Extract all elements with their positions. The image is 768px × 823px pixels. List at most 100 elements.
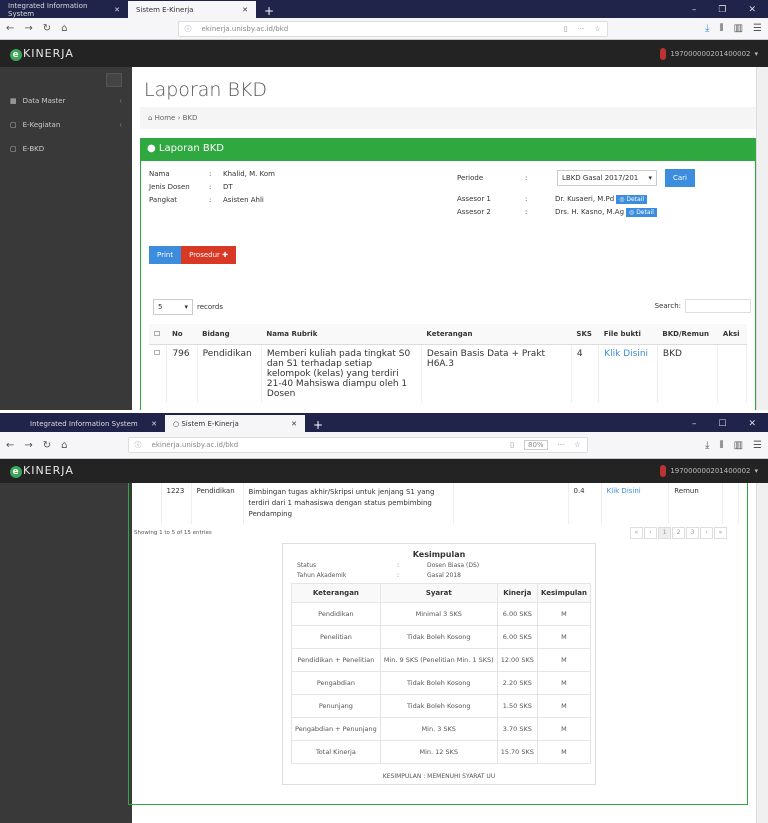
bookmark-icon[interactable]: ☆ — [574, 441, 580, 449]
menu-icon[interactable]: ☰ — [753, 23, 762, 34]
scrollbar[interactable] — [756, 67, 768, 410]
zoom-level[interactable]: 80% — [524, 440, 548, 450]
page-first[interactable]: « — [630, 527, 643, 539]
kesimpulan-cell: 6.00 SKS — [496, 602, 538, 626]
minimize-button[interactable]: – — [692, 419, 697, 429]
nav-bar: ← → ↻ ⌂ ⓘ ekinerja.unisby.ac.id/bkd ▯ ··· ☆ ⤓ ⫴ ▥… — [0, 18, 768, 40]
profile-info: Nama: Khalid, M. Kom Jenis Dosen: DT Pangk… — [149, 170, 275, 204]
reload-icon[interactable]: ↻ — [43, 440, 51, 451]
menu-icon[interactable]: ☰ — [753, 440, 762, 451]
kesimpulan-cell: 1.50 SKS — [496, 694, 538, 718]
row-checkbox[interactable]: ☐ — [149, 344, 168, 403]
user-menu[interactable]: 197000000201400002 ▾ — [660, 465, 758, 477]
home-icon[interactable]: ⌂ — [61, 23, 67, 34]
page-1[interactable]: 1 — [658, 527, 671, 539]
page-2[interactable]: 2 — [672, 527, 685, 539]
kesimpulan-cell: 3.70 SKS — [496, 717, 538, 741]
new-tab-button[interactable]: + — [305, 418, 331, 432]
url-input[interactable]: ⓘ ekinerja.unisby.ac.id/bkd ▯ 80% ··· ☆ — [127, 437, 588, 453]
col-sks[interactable]: SKS — [571, 324, 599, 345]
more-icon[interactable]: ··· — [558, 441, 565, 449]
kesimpulan-row: Penunjang Tidak Boleh Kosong 1.50 SKS M — [291, 694, 592, 718]
tab-integrated-information-system[interactable]: Integrated Information System ✕ — [0, 415, 165, 432]
page-next[interactable]: › — [700, 527, 713, 539]
forward-icon[interactable]: → — [24, 23, 32, 34]
library-icon[interactable]: ⫴ — [719, 23, 723, 34]
url-input[interactable]: ⓘ ekinerja.unisby.ac.id/bkd ▯ ··· ☆ — [177, 20, 608, 37]
prosedur-button[interactable]: Prosedur ✚ — [181, 246, 237, 264]
cari-button[interactable]: Cari — [665, 169, 695, 187]
detail-button[interactable]: ◎ Detail — [616, 195, 648, 204]
kesimpulan-cell: Tidak Boleh Kosong — [379, 694, 498, 718]
download-icon[interactable]: ⤓ — [705, 440, 709, 451]
col-nama-rubrik[interactable]: Nama Rubrik — [261, 324, 422, 345]
reload-icon[interactable]: ↻ — [43, 23, 51, 34]
maximize-button[interactable]: ☐ — [718, 419, 726, 429]
bookmark-icon[interactable]: ☆ — [594, 25, 600, 33]
col-file-bukti[interactable]: File bukti — [598, 324, 658, 345]
home-icon[interactable]: ⌂ — [61, 440, 67, 451]
restore-button[interactable]: ❐ — [718, 5, 726, 15]
sidebar-item-e-bkd[interactable]: ▢ E-BKD — [0, 137, 132, 161]
tab-sistem-e-kinerja[interactable]: Sistem E-Kinerja ✕ — [128, 1, 256, 18]
sidebar-icon[interactable]: ▥ — [734, 440, 743, 451]
records-select[interactable]: 5 ▾ — [153, 299, 193, 315]
kesimpulan-cell: 6.00 SKS — [496, 625, 538, 649]
logo[interactable]: e KINERJA — [10, 47, 74, 61]
more-icon[interactable]: ··· — [578, 25, 585, 33]
col-bidang[interactable]: Bidang — [197, 324, 262, 345]
scrollbar[interactable] — [756, 483, 768, 823]
file-link[interactable]: Klik Disini — [601, 483, 670, 524]
close-icon[interactable]: ✕ — [114, 6, 120, 14]
close-icon[interactable]: ✕ — [291, 420, 297, 428]
page-3[interactable]: 3 — [686, 527, 699, 539]
reader-icon[interactable]: ▯ — [564, 25, 568, 33]
file-link[interactable]: Klik Disini — [598, 344, 658, 403]
download-icon[interactable]: ⤓ — [705, 23, 709, 34]
kesimpulan-cell: Minimal 3 SKS — [379, 602, 498, 626]
close-window-button[interactable]: ✕ — [748, 5, 756, 15]
col-no[interactable]: No — [166, 324, 198, 345]
forward-icon[interactable]: → — [24, 440, 32, 451]
sidebar-item-data-master[interactable]: ▦ Data Master ‹ — [0, 89, 132, 113]
close-window-button[interactable]: ✕ — [748, 419, 756, 429]
library-icon[interactable]: ⫴ — [719, 440, 723, 451]
kesimpulan-cell: M — [536, 625, 592, 649]
kesimpulan-row: Pendidikan Minimal 3 SKS 6.00 SKS M — [291, 602, 592, 626]
page-title: Laporan BKD — [144, 79, 267, 101]
select-all-checkbox[interactable]: ☐ — [149, 324, 167, 345]
file-icon: ▢ — [10, 121, 17, 129]
col-keterangan[interactable]: Keterangan — [421, 324, 572, 345]
col-bkd-remun[interactable]: BKD/Remun — [657, 324, 718, 345]
sidebar-item-e-kegiatan[interactable]: ▢ E-Kegiatan ‹ — [0, 113, 132, 137]
page-last[interactable]: » — [714, 527, 727, 539]
back-icon[interactable]: ← — [6, 440, 14, 451]
detail-button[interactable]: ◎ Detail — [626, 208, 657, 217]
tab-sistem-e-kinerja[interactable]: ○ Sistem E-Kinerja ✕ — [165, 415, 305, 432]
close-icon[interactable]: ✕ — [242, 6, 248, 14]
kesimpulan-cell: 12.00 SKS — [496, 648, 538, 672]
reader-icon[interactable]: ▯ — [510, 441, 514, 449]
print-button[interactable]: Print — [149, 246, 182, 264]
minimize-button[interactable]: – — [692, 5, 697, 15]
new-tab-button[interactable]: + — [256, 4, 282, 18]
tab-integrated-information-system[interactable]: Integrated Information System ✕ — [0, 1, 128, 18]
page-prev[interactable]: ‹ — [644, 527, 657, 539]
kesimpulan-cell: Pendidikan + Penelitian — [291, 648, 381, 672]
table-row: ☐ 796 Pendidikan Memberi kuliah pada tin… — [149, 344, 747, 403]
sidebar-icon[interactable]: ▥ — [734, 23, 743, 34]
back-icon[interactable]: ← — [6, 23, 14, 34]
table-header: ☐ No Bidang Nama Rubrik Keterangan SKS F… — [149, 324, 747, 345]
close-icon[interactable]: ✕ — [151, 420, 157, 428]
search-input[interactable] — [685, 299, 751, 313]
breadcrumb-home[interactable]: Home — [155, 114, 176, 122]
kesimpulan-title: Kesimpulan — [412, 550, 466, 559]
periode-select[interactable]: LBKD Gasal 2017/201 ▾ — [557, 170, 657, 186]
user-menu[interactable]: 197000000201400002 ▾ — [660, 47, 758, 60]
logo[interactable]: e KINERJA — [10, 464, 74, 478]
kesimpulan-table: Keterangan Syarat Kinerja Kesimpulan Pendid… — [291, 583, 592, 764]
sidebar-toggle[interactable] — [106, 73, 122, 87]
kesimpulan-cell: M — [536, 694, 592, 718]
kesimpulan-panel: Kesimpulan Status: Dosen Biasa (DS) Tahun… — [282, 543, 596, 785]
table-row: 1223 Pendidikan Bimbingan tugas akhir/Sk… — [139, 483, 739, 524]
